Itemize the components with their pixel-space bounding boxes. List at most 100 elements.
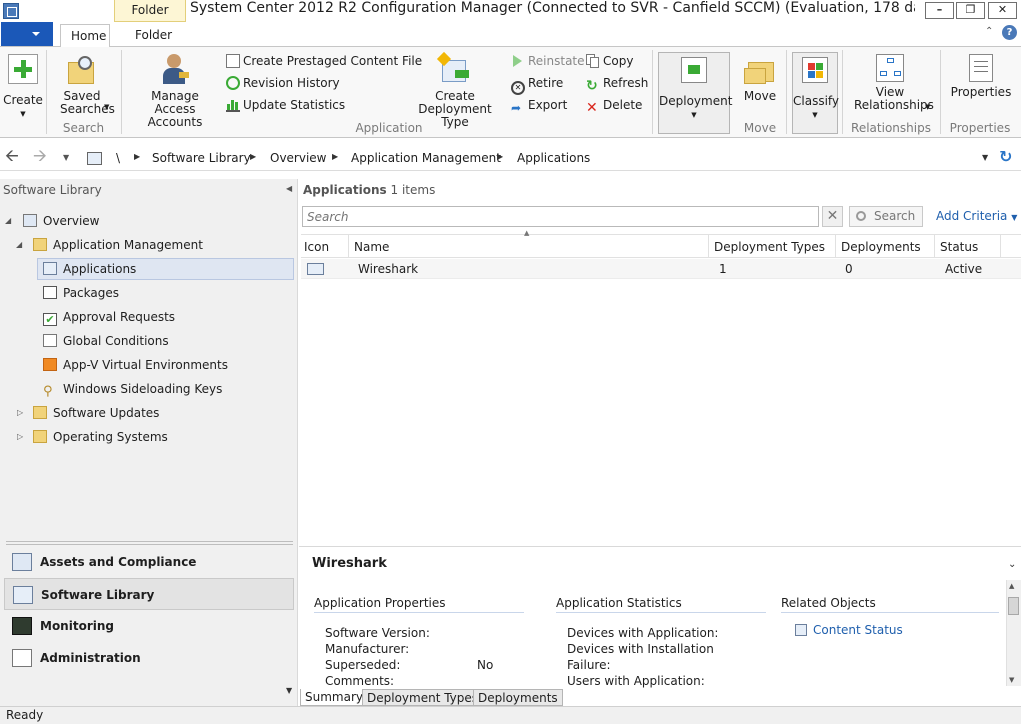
scroll-up-icon[interactable]: ▲ xyxy=(1009,582,1014,590)
forward-arrow-icon[interactable]: 🡪 xyxy=(33,148,47,165)
breadcrumb-application-management[interactable]: Application Management xyxy=(351,151,501,165)
create-button[interactable]: Create ▼ xyxy=(3,54,43,121)
search-button[interactable]: Search xyxy=(849,206,923,227)
properties-button[interactable]: Properties xyxy=(946,54,1016,99)
expanded-twisty-icon[interactable]: ◢ xyxy=(5,216,11,225)
monitoring-icon xyxy=(12,617,32,635)
close-button[interactable]: ✕ xyxy=(988,2,1017,19)
delete-button[interactable]: ✕ Delete xyxy=(586,96,642,115)
create-prestaged-content-button[interactable]: Create Prestaged Content File xyxy=(226,52,422,70)
view-relationships-button[interactable]: View Relationships xyxy=(847,54,934,112)
chevron-up-icon[interactable]: ⌃ xyxy=(985,26,993,37)
workspace-administration[interactable]: Administration xyxy=(4,642,294,674)
deployment-label: Deployment xyxy=(659,94,733,108)
list-title-label: Applications xyxy=(303,183,387,197)
tab-summary[interactable]: Summary xyxy=(300,689,368,706)
tree-item-application-management[interactable]: Application Management xyxy=(33,235,203,255)
window-title: System Center 2012 R2 Configuration Mana… xyxy=(190,0,915,16)
tab-deployment-types[interactable]: Deployment Types xyxy=(362,689,484,706)
back-arrow-icon[interactable]: 🡨 xyxy=(5,148,19,165)
search-input[interactable] xyxy=(302,206,819,227)
tree-item-appv-environments[interactable]: App-V Virtual Environments xyxy=(43,355,228,375)
move-button[interactable]: Move xyxy=(738,54,782,103)
scroll-down-icon[interactable]: ▼ xyxy=(1009,676,1014,684)
breadcrumb-separator-icon[interactable]: ▶ xyxy=(250,152,256,161)
column-separator[interactable] xyxy=(1000,235,1001,257)
tree-item-global-conditions[interactable]: Global Conditions xyxy=(43,331,169,351)
column-separator[interactable] xyxy=(835,235,836,257)
column-header-status[interactable]: Status xyxy=(940,240,978,254)
applications-icon xyxy=(43,262,57,275)
tab-home[interactable]: Home xyxy=(60,24,110,47)
prop-comments: Comments: xyxy=(325,674,395,688)
column-header-deployments[interactable]: Deployments xyxy=(841,240,921,254)
app-icon[interactable] xyxy=(3,3,19,19)
history-dropdown-icon[interactable]: ▼ xyxy=(63,153,69,162)
refresh-label: Refresh xyxy=(603,76,649,90)
classify-button[interactable]: Classify ▼ xyxy=(792,52,839,134)
column-header-name[interactable]: Name xyxy=(354,240,389,254)
collapsed-twisty-icon[interactable]: ▷ xyxy=(17,408,23,417)
manage-access-accounts-button[interactable]: Manage Access Accounts xyxy=(130,54,220,129)
workspace-assets-and-compliance[interactable]: Assets and Compliance xyxy=(4,546,294,578)
tree-item-approval-requests[interactable]: ✔ Approval Requests xyxy=(43,307,175,327)
deployment-button[interactable]: Deployment ▼ xyxy=(658,52,733,134)
copy-button[interactable]: Copy xyxy=(586,52,633,70)
content-status-label: Content Status xyxy=(813,623,903,637)
add-criteria-button[interactable]: Add Criteria ▼ xyxy=(936,209,1017,223)
workspaces-overflow-icon[interactable]: ▼ xyxy=(286,686,292,695)
create-deployment-type-button[interactable]: Create Deployment Type xyxy=(404,51,506,129)
breadcrumb-software-library[interactable]: Software Library xyxy=(152,151,251,165)
tab-folder[interactable]: Folder xyxy=(125,24,177,47)
tree-item-sideloading-keys[interactable]: ⚲ Windows Sideloading Keys xyxy=(43,379,222,399)
address-dropdown-icon[interactable]: ▼ xyxy=(982,153,988,162)
export-icon: ➦ xyxy=(511,101,522,115)
workspace-monitoring[interactable]: Monitoring xyxy=(4,610,294,642)
tree-item-packages[interactable]: Packages xyxy=(43,283,119,303)
chevron-down-icon: ▼ xyxy=(812,111,818,119)
content-status-link[interactable]: Content Status xyxy=(795,623,903,637)
copy-label: Copy xyxy=(603,54,634,68)
column-header-icon[interactable]: Icon xyxy=(304,240,329,254)
workspace-software-library[interactable]: Software Library xyxy=(4,578,294,610)
move-label: Move xyxy=(743,89,777,103)
scrollbar-thumb[interactable] xyxy=(1008,597,1019,615)
column-separator[interactable] xyxy=(348,235,349,257)
tree-item-label: Approval Requests xyxy=(63,310,176,324)
column-header-deployment-types[interactable]: Deployment Types xyxy=(714,240,825,254)
breadcrumb-separator-icon[interactable]: ▶ xyxy=(497,152,503,161)
tab-deployments[interactable]: Deployments xyxy=(473,689,563,706)
saved-searches-button[interactable]: Saved Searches xyxy=(52,54,115,116)
section-divider xyxy=(314,612,524,613)
tree-item-overview[interactable]: Overview xyxy=(23,211,100,231)
column-separator[interactable] xyxy=(934,235,935,257)
file-menu-button[interactable] xyxy=(1,22,53,46)
refresh-button[interactable]: ↻ Refresh xyxy=(586,74,649,93)
reinstate-button[interactable]: Reinstate xyxy=(511,52,585,70)
export-button[interactable]: ➦ Export xyxy=(511,96,567,115)
refresh-icon[interactable]: ↻ xyxy=(999,147,1012,166)
tree-item-applications[interactable]: Applications xyxy=(43,259,136,279)
breadcrumb-overview[interactable]: Overview xyxy=(270,151,327,165)
details-scrollbar[interactable] xyxy=(1006,580,1021,686)
group-label-properties: Properties xyxy=(949,121,1011,135)
update-statistics-button[interactable]: Update Statistics xyxy=(226,96,345,114)
workspace-splitter[interactable] xyxy=(6,541,293,545)
restore-button[interactable]: ❐ xyxy=(956,2,985,19)
minimize-button[interactable]: – xyxy=(925,2,954,19)
collapse-details-icon[interactable]: ⌄ xyxy=(1008,559,1016,570)
breadcrumb-root[interactable]: \ xyxy=(116,151,120,165)
expanded-twisty-icon[interactable]: ◢ xyxy=(16,240,22,249)
column-separator[interactable] xyxy=(708,235,709,257)
revision-history-button[interactable]: Revision History xyxy=(226,74,340,92)
breadcrumb-applications[interactable]: Applications xyxy=(517,151,590,165)
tree-item-software-updates[interactable]: Software Updates xyxy=(33,403,159,423)
clear-search-icon[interactable]: ✕ xyxy=(822,206,843,227)
collapse-pane-icon[interactable]: ◀ xyxy=(286,184,292,193)
breadcrumb-separator-icon[interactable]: ▶ xyxy=(134,152,140,161)
collapsed-twisty-icon[interactable]: ▷ xyxy=(17,432,23,441)
breadcrumb-separator-icon[interactable]: ▶ xyxy=(332,152,338,161)
retire-button[interactable]: ✕ Retire xyxy=(511,74,563,95)
help-icon[interactable]: ? xyxy=(1002,25,1017,40)
tree-item-operating-systems[interactable]: Operating Systems xyxy=(33,427,168,447)
